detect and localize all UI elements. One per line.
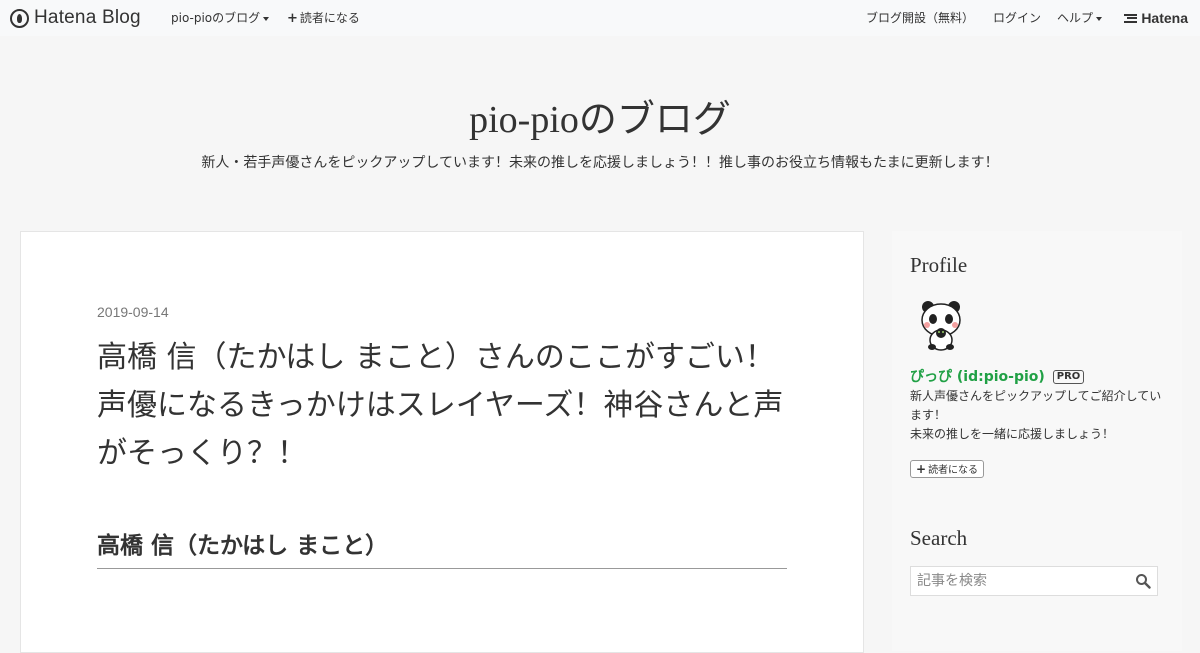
pro-badge: PRO (1052, 370, 1085, 384)
hatena-blog-logo-icon (10, 8, 29, 28)
profile-desc-line-2: 未来の推しを一緒に応援しましょう！ (910, 427, 1115, 441)
hatena-blog-logo[interactable]: Hatena Blog (10, 6, 141, 30)
profile-description: 新人声優さんをピックアップしてご紹介しています！ 未来の推しを一緒に応援しましょ… (910, 387, 1172, 444)
entry-card: 2019-09-14 高橋 信（たかはし まこと）さんのここがすごい！声優になる… (20, 231, 864, 653)
entry-title[interactable]: 高橋 信（たかはし まこと）さんのここがすごい！声優になるきっかけはスレイヤーズ… (97, 334, 797, 478)
caret-down-icon (1096, 16, 1103, 21)
plus-icon: + (287, 11, 298, 26)
help-label: ヘルプ (1057, 11, 1094, 25)
plus-icon: + (916, 462, 927, 476)
blog-menu-dropdown[interactable]: pio-pioのブログ (171, 0, 270, 36)
hatena-brand-link[interactable]: Hatena (1124, 0, 1188, 36)
profile-name: ぴっぴ (id:pio-pio) (910, 369, 1045, 385)
search-input[interactable] (911, 567, 1143, 595)
entry-date[interactable]: 2019-09-14 (97, 304, 169, 320)
panda-avatar-icon[interactable] (912, 295, 970, 353)
profile-desc-line-1: 新人声優さんをピックアップしてご紹介しています！ (910, 389, 1162, 422)
subscribe-link[interactable]: + 読者になる (287, 0, 360, 36)
login-label: ログイン (993, 11, 1042, 25)
caret-down-icon (263, 16, 270, 21)
subscribe-label: 読者になる (299, 11, 360, 25)
help-dropdown[interactable]: ヘルプ (1057, 0, 1103, 36)
follow-button[interactable]: + 読者になる (910, 460, 985, 478)
profile-heading: Profile (910, 253, 968, 277)
hatena-mark-icon (1124, 13, 1138, 23)
open-blog-link[interactable]: ブログ開設（無料） (866, 0, 974, 36)
blog-title[interactable]: pio-pioのブログ (0, 88, 1200, 143)
blog-description: 新人・若手声優さんをピックアップしています！未来の推しを応援しましょう！！推し事… (201, 155, 999, 171)
global-header: Hatena Blog pio-pioのブログ + 読者になる ブログ開設（無料）… (0, 0, 1200, 36)
hatena-brand-label: Hatena (1141, 10, 1188, 26)
entry-section-heading: 高橋 信（たかはし まこと） (97, 526, 787, 569)
open-blog-label: ブログ開設（無料） (866, 11, 975, 25)
search-icon[interactable] (1135, 573, 1151, 589)
follow-label: 読者になる (928, 465, 979, 476)
logo-text: Hatena Blog (34, 7, 141, 28)
search-form (910, 566, 1158, 596)
profile-name-link[interactable]: ぴっぴ (id:pio-pio) PRO (910, 366, 1085, 386)
sidebar: Profile ぴっぴ (id:pio-pio) PRO 新人声優さんをピックアッ… (892, 231, 1182, 651)
search-heading: Search (910, 526, 968, 550)
blog-menu-label: pio-pioのブログ (171, 11, 261, 25)
login-link[interactable]: ログイン (993, 0, 1041, 36)
